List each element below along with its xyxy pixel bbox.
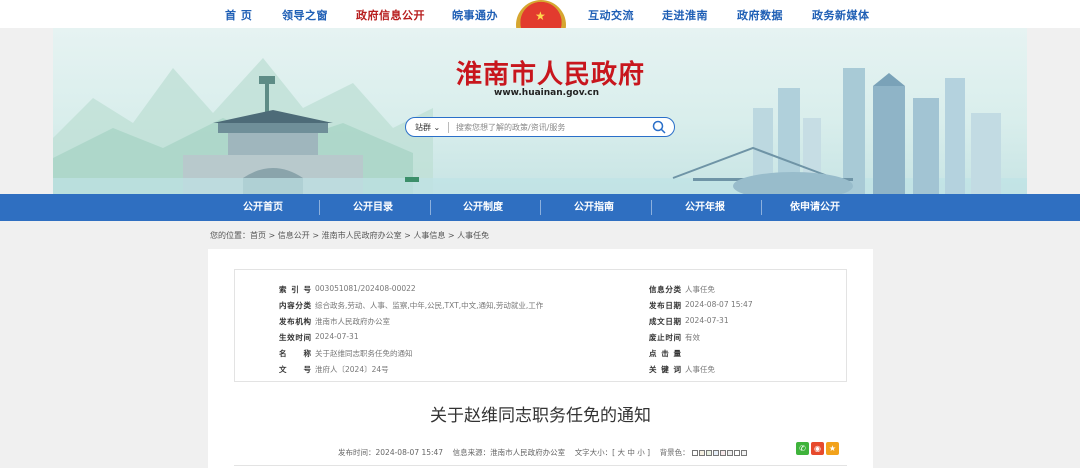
document-metadata-table: 索引号 003051081/202408-00022 内容分类 综合政务,劳动、… xyxy=(234,269,847,382)
top-nav-leaders[interactable]: 领导之窗 xyxy=(282,7,328,23)
nav-divider xyxy=(319,200,320,215)
nav-public-annual-report[interactable]: 公开年报 xyxy=(660,194,750,221)
meta-label: 发布机构 xyxy=(279,317,311,326)
nav-public-guide[interactable]: 公开指南 xyxy=(549,194,639,221)
meta-value: 淮府人〔2024〕24号 xyxy=(315,365,389,374)
nav-divider xyxy=(761,200,762,215)
search-box: 站群 ⌄ xyxy=(405,117,675,137)
chevron-down-icon: ⌄ xyxy=(433,123,441,132)
info-public-nav: 公开首页 公开目录 公开制度 公开指南 公开年报 依申请公开 xyxy=(0,194,1080,221)
top-nav-gov-info[interactable]: 政府信息公开 xyxy=(356,7,425,23)
meta-value: 003051081/202408-00022 xyxy=(315,284,416,293)
meta-value: 2024-07-31 xyxy=(685,316,729,325)
breadcrumb[interactable]: 您的位置：首页 > 信息公开 > 淮南市人民政府办公室 > 人事信息 > 人事任… xyxy=(210,230,489,241)
search-scope-select[interactable]: 站群 ⌄ xyxy=(415,122,440,133)
site-url: www.huainan.gov.cn xyxy=(494,88,599,98)
search-icon[interactable] xyxy=(652,120,666,134)
bg-color-swatch[interactable] xyxy=(692,450,699,456)
wechat-icon[interactable]: ✆ xyxy=(796,442,809,455)
meta-value: 2024-07-31 xyxy=(315,332,359,341)
meta-label: 点击量 xyxy=(649,349,681,358)
meta-value: 2024-08-07 15:47 xyxy=(685,300,753,309)
header-banner: 淮南市人民政府 www.huainan.gov.cn 站群 ⌄ xyxy=(53,28,1027,194)
content-panel: 索引号 003051081/202408-00022 内容分类 综合政务,劳动、… xyxy=(208,249,873,468)
nav-public-system[interactable]: 公开制度 xyxy=(438,194,528,221)
top-nav-home[interactable]: 首 页 xyxy=(225,7,252,23)
bg-color-swatch[interactable] xyxy=(713,450,720,456)
top-nav-services[interactable]: 皖事通办 xyxy=(452,7,498,23)
top-nav-interaction[interactable]: 互动交流 xyxy=(588,7,634,23)
meta-label: 关键词 xyxy=(649,365,681,374)
meta-label: 信息分类 xyxy=(649,285,681,294)
top-nav-new-media[interactable]: 政务新媒体 xyxy=(812,7,870,23)
nav-public-catalog[interactable]: 公开目录 xyxy=(328,194,418,221)
meta-label: 发布日期 xyxy=(649,301,681,310)
bg-color-swatch[interactable] xyxy=(699,450,706,456)
document-title: 关于赵维同志职务任免的通知 xyxy=(430,406,651,426)
nav-public-apply[interactable]: 依申请公开 xyxy=(770,194,860,221)
bg-color-label: 背景色： xyxy=(659,448,690,457)
bg-color-swatch[interactable] xyxy=(734,450,741,456)
document-info-bar: 发布时间：2024-08-07 15:47 信息来源：淮南市人民政府办公室 文字… xyxy=(338,447,748,458)
bg-color-swatch[interactable] xyxy=(706,450,713,456)
weibo-icon[interactable]: ◉ xyxy=(811,442,824,455)
meta-label: 名称 xyxy=(279,349,311,358)
favorite-icon[interactable]: ★ xyxy=(826,442,839,455)
top-nav: 首 页 领导之窗 政府信息公开 皖事通办 ★ 互动交流 走进淮南 政府数据 政务… xyxy=(0,0,1080,50)
site-title: 淮南市人民政府 xyxy=(456,60,646,90)
bg-color-swatch[interactable] xyxy=(720,450,727,456)
meta-label: 索引号 xyxy=(279,285,311,294)
meta-label: 内容分类 xyxy=(279,301,311,310)
meta-value: 人事任免 xyxy=(685,285,715,294)
search-input[interactable] xyxy=(456,120,646,134)
meta-label: 成文日期 xyxy=(649,317,681,326)
nav-divider xyxy=(651,200,652,215)
meta-value: 综合政务,劳动、人事、监察,中年,公民,TXT,中文,通知,劳动就业,工作 xyxy=(315,301,544,310)
bg-color-swatch[interactable] xyxy=(741,450,748,456)
meta-label: 废止时间 xyxy=(649,333,681,342)
publish-time: 发布时间：2024-08-07 15:47 xyxy=(338,448,444,457)
meta-label: 文号 xyxy=(279,365,311,374)
meta-value: 关于赵维同志职务任免的通知 xyxy=(315,349,413,358)
meta-value: 淮南市人民政府办公室 xyxy=(315,317,390,326)
meta-value: 人事任免 xyxy=(685,365,715,374)
nav-divider xyxy=(540,200,541,215)
info-source: 信息来源：淮南市人民政府办公室 xyxy=(452,448,566,457)
banner-scenery xyxy=(53,58,1027,194)
meta-value: 有效 xyxy=(685,333,700,342)
top-nav-data[interactable]: 政府数据 xyxy=(737,7,783,23)
search-divider xyxy=(448,122,449,133)
font-size-control[interactable]: 文字大小：[ 大 中 小 ] xyxy=(575,448,650,457)
divider xyxy=(234,465,847,466)
bg-color-swatch[interactable] xyxy=(727,450,734,456)
nav-public-home[interactable]: 公开首页 xyxy=(218,194,308,221)
nav-divider xyxy=(430,200,431,215)
meta-label: 生效时间 xyxy=(279,333,311,342)
top-nav-about[interactable]: 走进淮南 xyxy=(662,7,708,23)
